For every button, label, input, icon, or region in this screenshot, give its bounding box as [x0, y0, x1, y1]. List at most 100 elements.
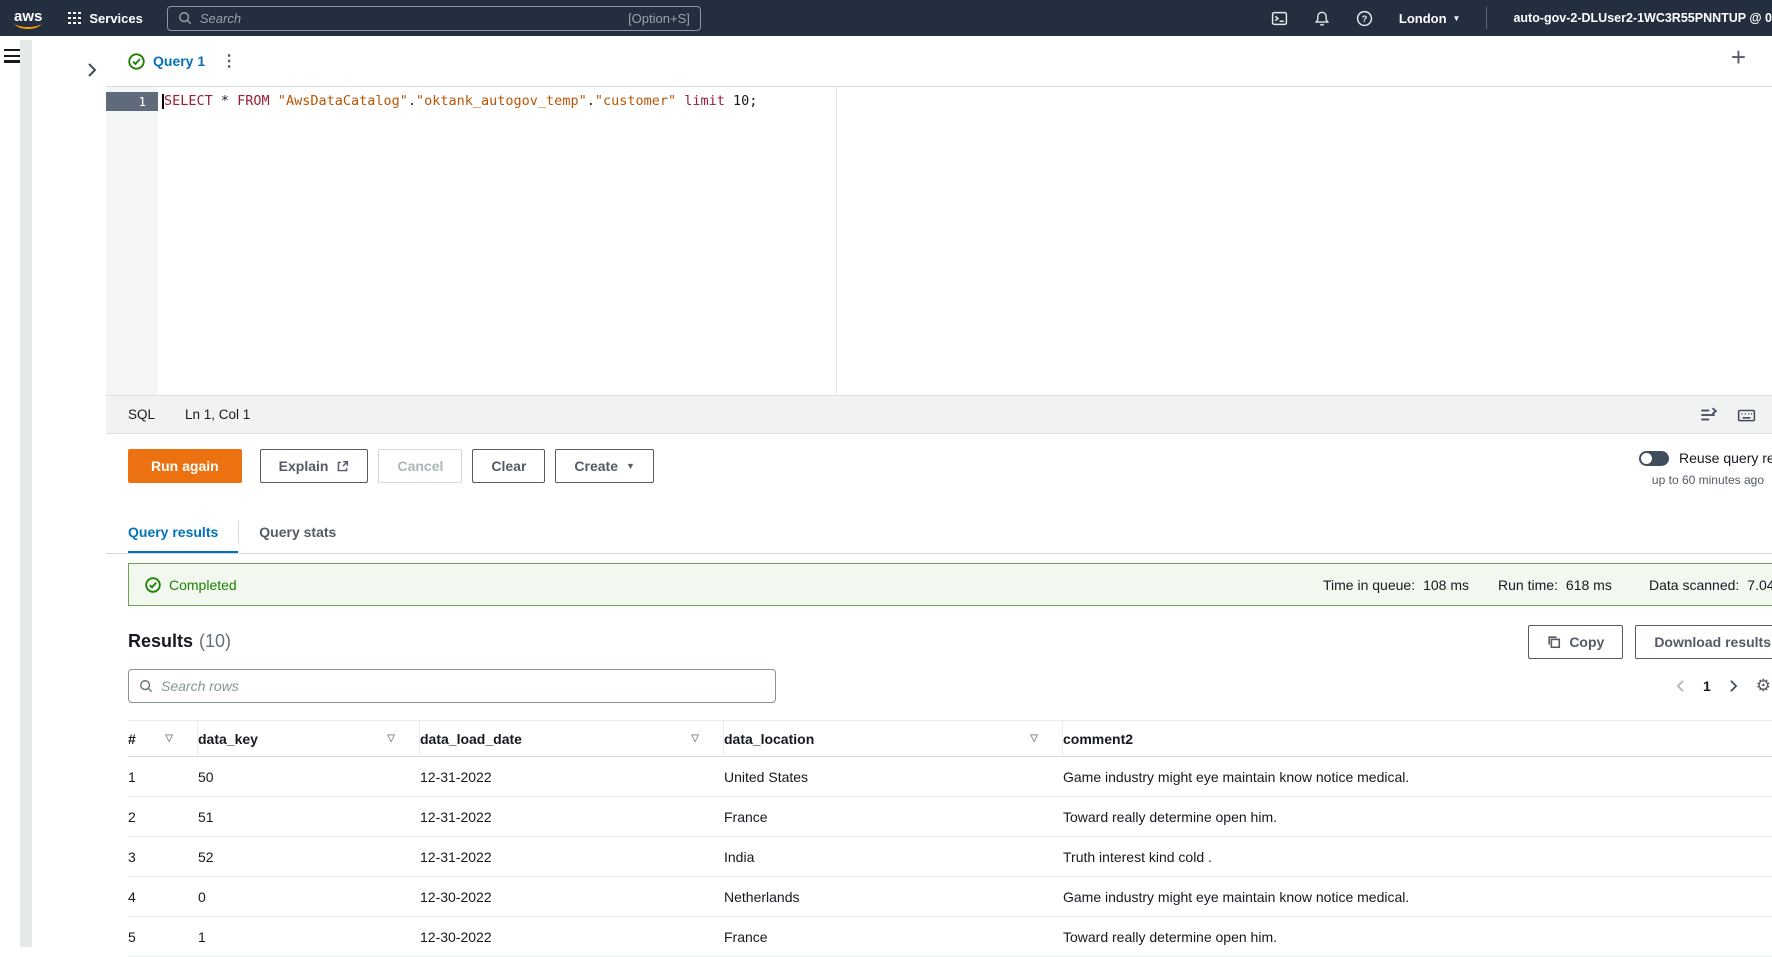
results-table: # ▽ data_key ▽ data_load_date ▽ data_loc…: [128, 720, 1772, 957]
services-menu[interactable]: Services: [89, 11, 143, 26]
current-page-number[interactable]: 1: [1703, 678, 1711, 694]
sort-icon[interactable]: ▽: [691, 733, 699, 744]
column-header-data-key[interactable]: data_key ▽: [198, 721, 420, 756]
table-cell: United States: [724, 768, 809, 785]
success-check-icon: [145, 576, 161, 593]
table-row: 2 51 12-31-2022 France Toward really determi…: [128, 797, 1772, 837]
metric-data-scanned: Data scanned: 7.04: [1649, 576, 1772, 593]
svg-text:?: ?: [1361, 13, 1367, 24]
tab-query-results[interactable]: Query results: [128, 514, 238, 553]
sort-icon[interactable]: ▽: [1030, 733, 1038, 744]
previous-page-icon[interactable]: [1676, 679, 1685, 693]
results-header: Results (10) Copy Download results: [106, 616, 1772, 667]
next-page-icon[interactable]: [1729, 679, 1738, 693]
reuse-toggle-subtext: up to 60 minutes ago: [1651, 473, 1764, 487]
sort-icon[interactable]: ▽: [387, 733, 395, 744]
sql-text: *: [212, 93, 238, 109]
console-search-input[interactable]: [199, 10, 629, 26]
column-header-index[interactable]: # ▽: [128, 721, 198, 756]
results-toolbar: 1 ⚙: [106, 669, 1772, 703]
keyboard-shortcuts-icon[interactable]: [1737, 406, 1756, 424]
aws-logo[interactable]: aws: [14, 8, 42, 29]
sql-number: 10: [733, 93, 750, 109]
tab-query-1[interactable]: Query 1: [153, 53, 205, 69]
results-title: Results: [128, 631, 194, 651]
help-icon[interactable]: ?: [1356, 10, 1373, 27]
new-query-tab-button[interactable]: +: [1731, 44, 1746, 70]
table-cell: 12-30-2022: [420, 928, 492, 945]
table-preferences-gear-icon[interactable]: ⚙: [1756, 676, 1771, 696]
panel-expand-chevron-icon[interactable]: [80, 58, 104, 82]
sort-icon[interactable]: ▽: [165, 733, 173, 744]
tab-options-ellipsis-icon[interactable]: ⋮: [221, 51, 237, 71]
column-header-comment2[interactable]: comment2: [1063, 721, 1772, 756]
table-row: 4 0 12-30-2022 Netherlands Game industry mig…: [128, 877, 1772, 917]
metric-time-in-queue: Time in queue: 108 ms: [1323, 576, 1470, 593]
line-number: 1: [106, 92, 158, 111]
table-cell: 52: [198, 848, 214, 865]
sql-code-line[interactable]: SELECT * FROM "AwsDataCatalog"."oktank_a…: [158, 87, 1772, 395]
table-cell: 12-31-2022: [420, 848, 492, 865]
sql-keyword: limit: [676, 93, 734, 109]
table-header-row: # ▽ data_key ▽ data_load_date ▽ data_loc…: [128, 720, 1772, 757]
query-actions-row: Run again Explain Cancel Clear Create ▼ …: [106, 434, 1772, 498]
table-cell: 1: [128, 768, 136, 785]
table-cell: 51: [198, 808, 214, 825]
account-menu[interactable]: auto-gov-2-DLUser2-1WC3R55PNNTUP @ 0: [1513, 11, 1772, 25]
sql-identifier: "customer": [594, 93, 677, 109]
table-cell: Toward really determine open him.: [1063, 808, 1277, 825]
reuse-query-results-toggle[interactable]: [1639, 450, 1669, 466]
table-cell: 50: [198, 768, 214, 785]
rows-search-input[interactable]: [161, 678, 765, 694]
sql-identifier: "AwsDataCatalog": [277, 93, 408, 109]
query-success-check-icon: [128, 52, 145, 70]
download-results-button[interactable]: Download results: [1635, 624, 1772, 659]
table-row: 5 1 12-30-2022 France Toward really determin…: [128, 917, 1772, 957]
column-header-data-load-date[interactable]: data_load_date ▽: [420, 721, 724, 756]
create-button[interactable]: Create ▼: [555, 449, 654, 483]
services-grid-icon[interactable]: [68, 11, 81, 25]
editor-status-bar: SQL Ln 1, Col 1: [106, 395, 1772, 434]
explain-button[interactable]: Explain: [259, 449, 369, 483]
copy-icon: [1548, 635, 1561, 648]
cancel-button: Cancel: [378, 449, 463, 483]
column-header-data-location[interactable]: data_location ▽: [724, 721, 1063, 756]
reuse-toggle-label: Reuse query results: [1679, 450, 1772, 466]
region-selector[interactable]: London ▼: [1399, 11, 1461, 26]
console-top-bar: aws Services [Option+S] ?: [0, 0, 1772, 36]
table-cell: 5: [128, 928, 136, 945]
sql-editor[interactable]: 1 SELECT * FROM "AwsDataCatalog"."oktank…: [106, 87, 1772, 395]
sql-text: .: [586, 93, 595, 109]
clear-button[interactable]: Clear: [472, 449, 546, 483]
query-editor-panel: Query 1 ⋮ + 1 SELECT * FROM "AwsDataCata…: [106, 36, 1772, 957]
table-row: 3 52 12-31-2022 India Truth interest kind co…: [128, 837, 1772, 877]
collapsed-sidebar-strip[interactable]: [20, 40, 32, 947]
table-cell: 0: [198, 888, 206, 905]
cloudshell-icon[interactable]: [1271, 10, 1288, 27]
sql-keyword: SELECT: [164, 93, 213, 109]
external-link-icon: [338, 460, 349, 471]
run-again-button[interactable]: Run again: [128, 449, 242, 483]
query-tab-bar: Query 1 ⋮ +: [106, 36, 1772, 87]
editor-gutter: 1: [106, 87, 158, 395]
search-shortcut-hint: [Option+S]: [628, 10, 690, 26]
table-cell: Netherlands: [724, 888, 800, 905]
table-cell: 4: [128, 888, 136, 905]
notifications-bell-icon[interactable]: [1314, 10, 1330, 27]
metric-run-time: Run time: 618 ms: [1498, 576, 1612, 593]
editor-language-label: SQL: [128, 407, 156, 422]
copy-button[interactable]: Copy: [1528, 624, 1624, 659]
format-query-icon[interactable]: [1699, 406, 1717, 424]
console-search-box[interactable]: [Option+S]: [166, 5, 701, 31]
rows-search-box[interactable]: [128, 669, 776, 703]
chevron-down-icon: ▼: [1452, 13, 1461, 23]
table-cell: France: [724, 928, 768, 945]
cursor-position-label: Ln 1, Col 1: [185, 407, 251, 422]
table-cell: 2: [128, 808, 136, 825]
hamburger-menu-icon[interactable]: [4, 49, 21, 66]
tab-query-stats[interactable]: Query stats: [239, 514, 356, 553]
table-cell: India: [724, 848, 755, 865]
table-cell: 12-31-2022: [420, 808, 492, 825]
sql-text: ;: [749, 93, 758, 109]
